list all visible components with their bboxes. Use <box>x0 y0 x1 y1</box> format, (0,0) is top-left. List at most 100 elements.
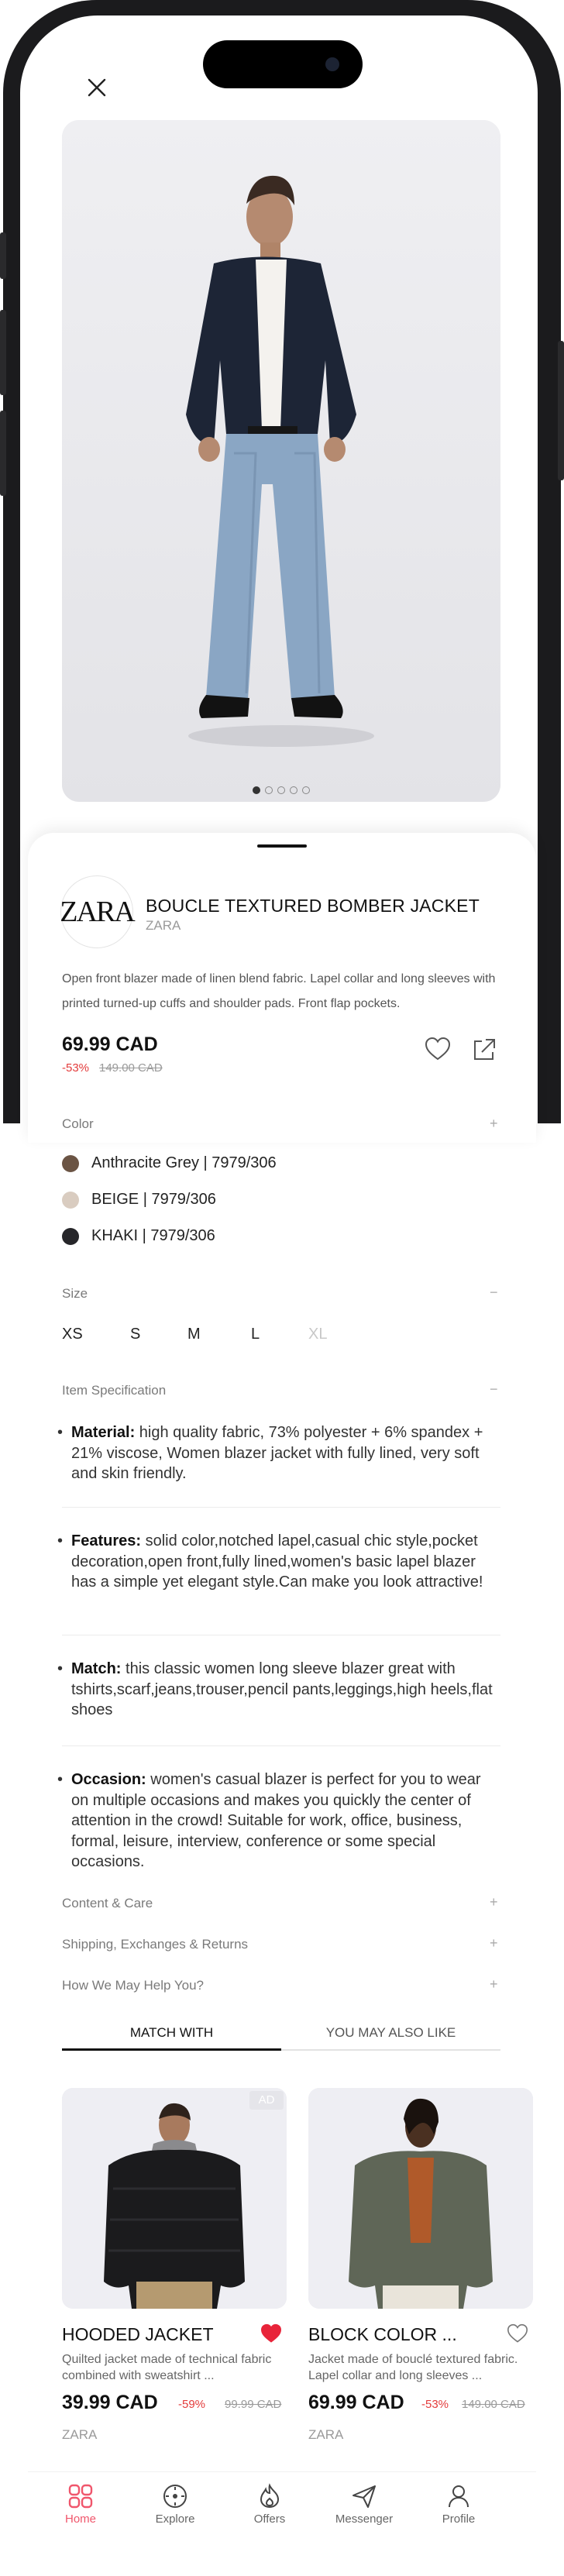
nav-offers[interactable]: Offers <box>223 2483 316 2526</box>
color-section-label: Color <box>62 1116 94 1131</box>
spec-item: • Material: high quality fabric, 73% pol… <box>57 1422 501 1484</box>
brand-logo[interactable]: ZARA <box>60 875 136 948</box>
product-brand[interactable]: ZARA <box>146 918 181 934</box>
divider <box>62 1745 500 1746</box>
color-option-label: KHAKI | 7979/306 <box>91 1227 215 1244</box>
size-option-xs[interactable]: XS <box>62 1326 83 1343</box>
product-card-old-price: 149.00 CAD <box>462 2398 525 2411</box>
product-image-carousel[interactable] <box>62 120 500 802</box>
product-card-price: 69.99 CAD <box>308 2392 404 2413</box>
product-card-title: BLOCK COLOR ... <box>308 2324 457 2344</box>
product-card-title: HOODED JACKET <box>62 2324 214 2344</box>
product-card[interactable]: BLOCK COLOR ... Jacket made of bouclé te… <box>308 2088 533 2442</box>
favorite-button[interactable] <box>425 1037 452 1064</box>
product-card-discount: -53% <box>421 2398 449 2411</box>
spec-key: Occasion: <box>71 1771 146 1788</box>
dynamic-island <box>203 40 363 88</box>
carousel-dot[interactable] <box>277 786 285 794</box>
help-toggle[interactable]: + <box>490 1976 498 1993</box>
sheet-handle[interactable] <box>257 844 307 848</box>
spec-section-label: Item Specification <box>62 1383 167 1398</box>
help-section[interactable]: How We May Help You? <box>62 1978 204 1993</box>
bullet: • <box>57 1771 64 1788</box>
recommendation-tabs: MATCH WITH YOU MAY ALSO LIKE <box>62 2025 500 2056</box>
bullet: • <box>57 1532 64 1549</box>
close-icon <box>88 78 106 97</box>
spec-key: Match: <box>71 1660 122 1677</box>
heart-icon <box>425 1037 451 1061</box>
size-option-s[interactable]: S <box>130 1326 140 1343</box>
spec-item: • Features: solid color,notched lapel,ca… <box>57 1531 501 1593</box>
spec-section-toggle[interactable]: − <box>490 1381 498 1398</box>
nav-label: Home <box>64 2512 96 2526</box>
favorite-button[interactable] <box>260 2323 282 2344</box>
size-selector: XS S M L XL <box>62 1326 341 1349</box>
tab-you-may-also-like[interactable]: YOU MAY ALSO LIKE <box>281 2025 500 2041</box>
carousel-dots[interactable] <box>62 786 500 794</box>
block-color-jacket-image <box>308 2088 533 2309</box>
size-option-xl[interactable]: XL <box>308 1326 327 1343</box>
brand-logo-text: ZARA <box>60 896 135 928</box>
color-option[interactable]: BEIGE | 7979/306 <box>62 1191 216 1209</box>
heart-filled-icon <box>260 2323 282 2343</box>
color-section-toggle[interactable]: + <box>490 1116 498 1132</box>
discount-badge: -53% <box>62 1061 90 1075</box>
product-card-image <box>308 2088 533 2309</box>
color-option[interactable]: Anthracite Grey | 7979/306 <box>62 1154 277 1172</box>
color-option[interactable]: KHAKI | 7979/306 <box>62 1227 215 1245</box>
color-swatch <box>62 1154 79 1172</box>
ad-badge: AD <box>249 2091 284 2110</box>
carousel-dot[interactable] <box>290 786 297 794</box>
original-price: 149.00 CAD <box>99 1061 163 1075</box>
product-card-old-price: 99.99 CAD <box>225 2398 282 2411</box>
size-option-m[interactable]: M <box>187 1326 201 1343</box>
product-description: Open front blazer made of linen blend fa… <box>62 972 496 1010</box>
product-model-image <box>62 120 500 802</box>
product-card-price: 39.99 CAD <box>62 2392 158 2413</box>
nav-label: Profile <box>442 2512 476 2526</box>
shipping-section[interactable]: Shipping, Exchanges & Returns <box>62 1937 248 1952</box>
content-care-toggle[interactable]: + <box>490 1894 498 1911</box>
spec-key: Material: <box>71 1424 136 1441</box>
product-card-description: Quilted jacket made of technical fabric … <box>62 2353 272 2382</box>
nav-home[interactable]: Home <box>34 2483 127 2526</box>
phone-side-button <box>0 310 6 395</box>
close-button[interactable] <box>84 74 110 101</box>
divider <box>62 1507 500 1508</box>
product-card-image: AD <box>62 2088 287 2309</box>
carousel-dot[interactable] <box>265 786 273 794</box>
carousel-dot[interactable] <box>253 786 260 794</box>
color-option-label: BEIGE | 7979/306 <box>91 1191 216 1208</box>
tab-match-with[interactable]: MATCH WITH <box>62 2025 281 2041</box>
product-card-brand: ZARA <box>62 2427 98 2442</box>
home-grid-icon <box>68 2484 93 2509</box>
hooded-jacket-image <box>62 2088 287 2309</box>
size-section-toggle[interactable]: − <box>490 1285 498 1301</box>
color-option-label: Anthracite Grey | 7979/306 <box>91 1154 277 1171</box>
phone-side-button <box>0 232 6 279</box>
product-card-description: Jacket made of bouclé textured fabric. L… <box>308 2353 518 2382</box>
product-title: BOUCLE TEXTURED BOMBER JACKET <box>146 896 480 916</box>
color-swatch <box>62 1227 79 1245</box>
nav-explore[interactable]: Explore <box>129 2483 222 2526</box>
nav-messenger[interactable]: Messenger <box>318 2483 411 2526</box>
heart-icon <box>507 2323 528 2343</box>
compass-icon <box>163 2485 187 2508</box>
share-external-icon <box>474 1039 495 1060</box>
nav-profile[interactable]: Profile <box>412 2483 505 2526</box>
size-option-l[interactable]: L <box>251 1326 260 1343</box>
nav-label: Explore <box>155 2512 195 2526</box>
nav-label: Messenger <box>335 2512 394 2526</box>
carousel-dot[interactable] <box>302 786 310 794</box>
product-card[interactable]: AD HOODED JACKET Quilted jacket made of … <box>62 2088 287 2442</box>
spec-item: • Match: this classic women long sleeve … <box>57 1659 501 1721</box>
spec-item: • Occasion: women's casual blazer is per… <box>57 1769 501 1873</box>
camera-icon <box>325 57 339 71</box>
share-button[interactable] <box>471 1037 499 1064</box>
product-price: 69.99 CAD <box>62 1033 158 1055</box>
phone-side-button <box>0 411 6 496</box>
shipping-toggle[interactable]: + <box>490 1935 498 1952</box>
bullet: • <box>57 1424 64 1441</box>
favorite-button[interactable] <box>507 2323 528 2344</box>
content-care-section[interactable]: Content & Care <box>62 1896 153 1911</box>
